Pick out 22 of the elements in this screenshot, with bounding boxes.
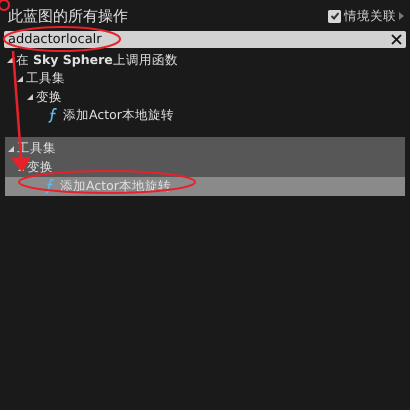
close-icon[interactable]	[391, 34, 402, 45]
tree-row[interactable]: 工具集	[4, 70, 406, 88]
category-label: 工具集	[26, 70, 65, 88]
expanded-triangle-icon[interactable]	[17, 76, 23, 82]
tree-row[interactable]: 添加Actor本地旋转	[4, 106, 406, 125]
search-field[interactable]: addactorlocalr	[4, 31, 406, 48]
tree-row[interactable]: 在 Sky Sphere上调用函数	[4, 51, 406, 70]
function-icon	[45, 179, 54, 194]
tree-row[interactable]: 变换	[4, 88, 406, 106]
category-label: 变换	[36, 88, 62, 106]
expanded-triangle-icon[interactable]	[7, 57, 13, 64]
category-label: 变换	[27, 159, 53, 176]
category-label: 在 Sky Sphere上调用函数	[16, 52, 178, 69]
expanded-triangle-icon[interactable]	[27, 94, 33, 100]
function-icon	[48, 108, 57, 124]
context-label: 情境关联	[344, 8, 396, 24]
context-checkbox[interactable]	[328, 10, 341, 22]
search-input[interactable]: addactorlocalr	[8, 32, 391, 47]
expand-arrow-icon[interactable]	[399, 12, 404, 20]
panel-title: 此蓝图的所有操作	[8, 6, 128, 26]
function-label: 添加Actor本地旋转	[63, 107, 174, 124]
tree-row[interactable]: 变换	[5, 158, 405, 177]
